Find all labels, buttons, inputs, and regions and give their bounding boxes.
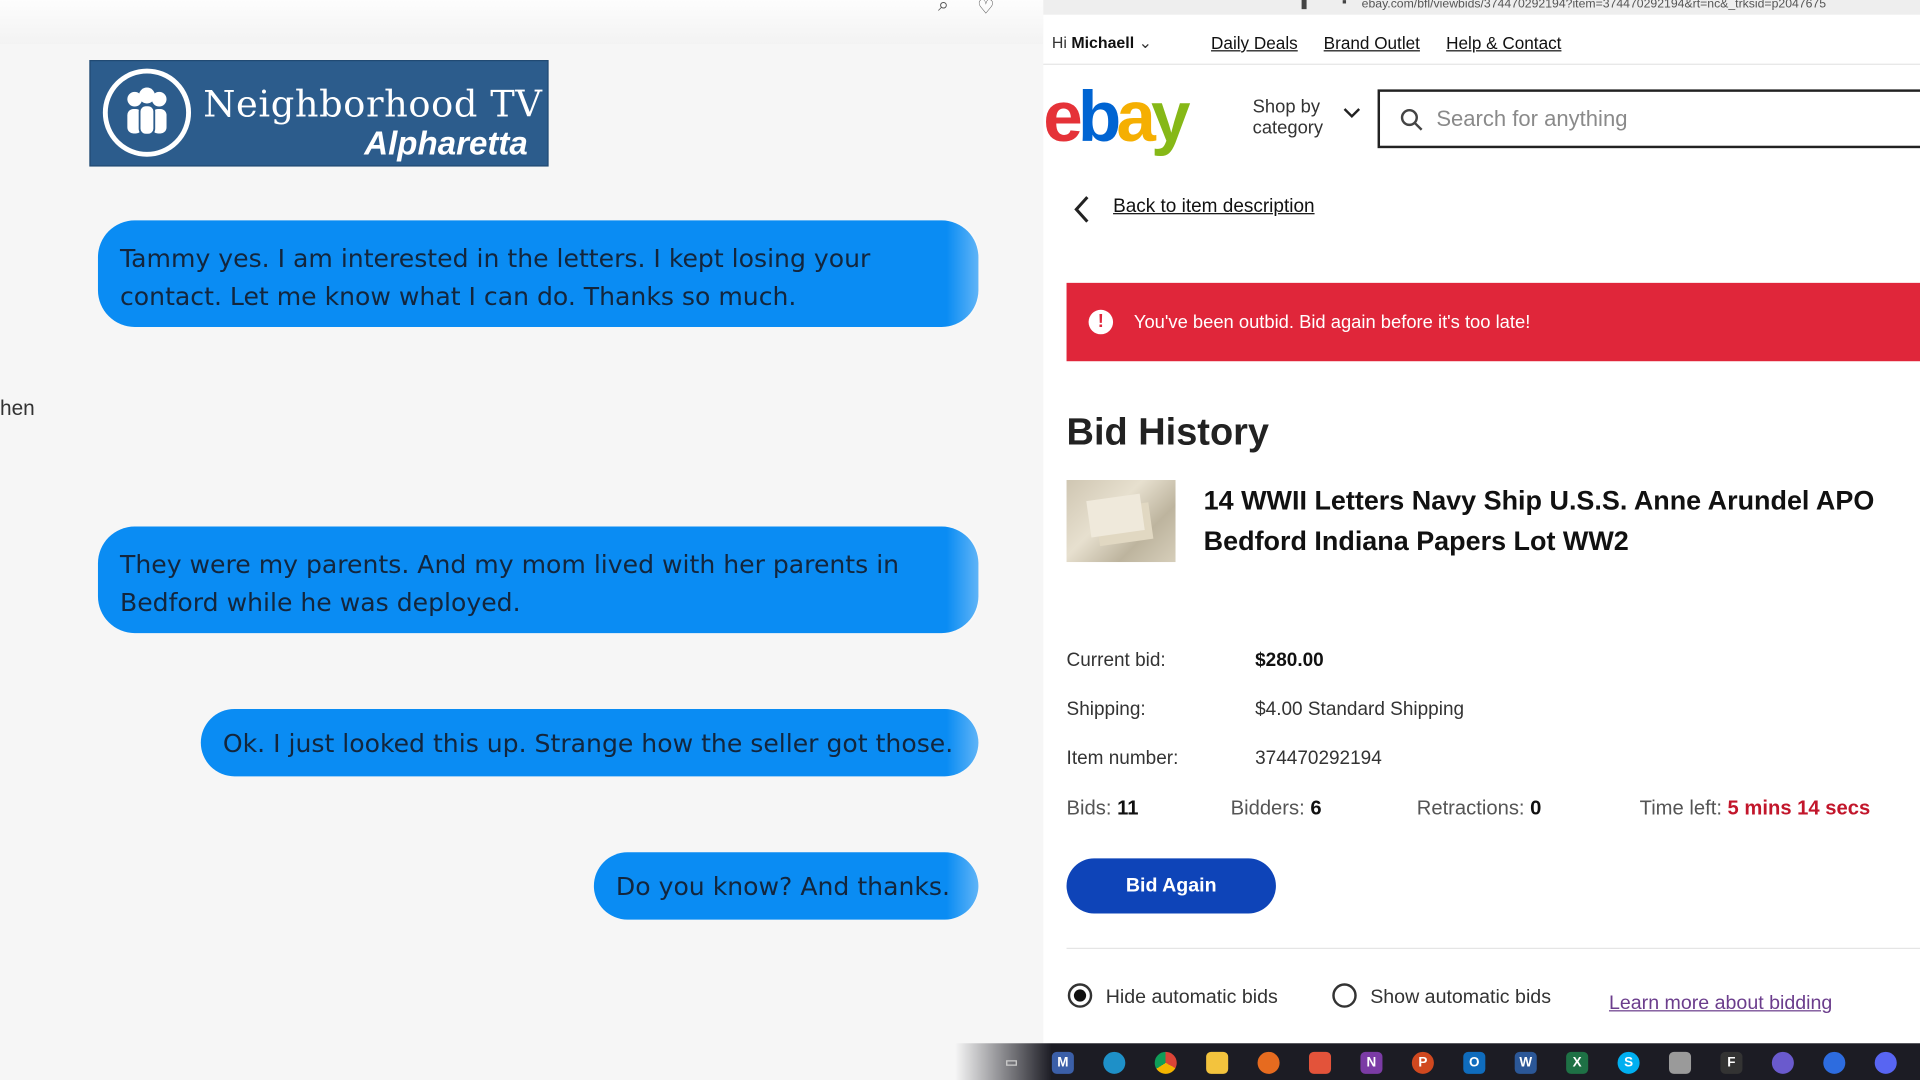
logo-subtitle: Alpharetta: [364, 124, 528, 162]
message-bubble: Tammy yes. I am interested in the letter…: [97, 220, 979, 327]
retractions-value: 0: [1530, 797, 1542, 820]
bidders-label: Bidders:: [1230, 797, 1305, 820]
file-explorer-icon[interactable]: [1206, 1051, 1229, 1074]
shop-by-line1: Shop by: [1252, 96, 1321, 118]
shop-by-category[interactable]: Shop by category: [1253, 97, 1323, 139]
powerpoint-icon[interactable]: P: [1411, 1051, 1434, 1074]
brand-outlet-link[interactable]: Brand Outlet: [1324, 33, 1420, 53]
time-left-value: 5 mins 14 secs: [1727, 797, 1871, 820]
excel-icon[interactable]: X: [1566, 1051, 1589, 1074]
item-number-value: 374470292194: [1255, 748, 1382, 769]
user-name: Michaell: [1071, 33, 1135, 52]
shop-by-line2: category: [1252, 117, 1324, 139]
discord-icon[interactable]: [1874, 1051, 1897, 1074]
help-contact-link[interactable]: Help & Contact: [1446, 33, 1561, 53]
header-divider: [1043, 63, 1920, 65]
outlook-icon[interactable]: O: [1463, 1051, 1486, 1074]
firefox-icon[interactable]: [1257, 1051, 1280, 1074]
user-greeting[interactable]: Hi Michaell ⌄: [1052, 33, 1152, 53]
item-number-label: Item number:: [1066, 748, 1179, 769]
alert-text: You've been outbid. Bid again before it'…: [1133, 312, 1531, 334]
search-placeholder: Search for anything: [1436, 106, 1628, 132]
address-bar[interactable]: ▮ ▪ ebay.com/bfl/viewbids/374470292194?i…: [1043, 0, 1920, 15]
neighborhood-tv-logo: Neighborhood TV Alpharetta: [89, 60, 549, 167]
alert-icon: !: [1088, 309, 1114, 335]
chevron-down-icon[interactable]: [1341, 105, 1363, 120]
chrome-icon[interactable]: [1154, 1051, 1177, 1074]
taskbar: ▭ M N P O W X S F: [955, 1043, 1920, 1080]
ebay-logo[interactable]: ebay: [1043, 80, 1190, 154]
time-left-label: Time left:: [1639, 797, 1722, 820]
onenote-icon[interactable]: N: [1360, 1051, 1383, 1074]
bidders-count: Bidders: 6: [1231, 797, 1322, 820]
shipping-value: $4.00 Standard Shipping: [1255, 699, 1465, 721]
retractions-label: Retractions:: [1416, 797, 1525, 820]
app-blue-icon[interactable]: [1823, 1051, 1846, 1074]
task-view-icon[interactable]: ▭: [1000, 1052, 1022, 1074]
chevron-left-icon[interactable]: [1070, 193, 1094, 225]
search-icon[interactable]: ⌕: [938, 0, 960, 16]
chevron-down-icon: ⌄: [1138, 33, 1152, 52]
logo-letter-e: e: [1043, 77, 1083, 157]
skype-icon[interactable]: S: [1617, 1051, 1640, 1074]
community-logo-icon: [102, 68, 192, 157]
url-text[interactable]: ebay.com/bfl/viewbids/374470292194?item=…: [1362, 0, 1826, 11]
search-input[interactable]: Search for anything: [1377, 89, 1920, 149]
section-divider: [1066, 947, 1920, 949]
logo-letter-y: y: [1150, 77, 1191, 157]
time-left: Time left: 5 mins 14 secs: [1640, 797, 1871, 820]
show-automatic-bids-label[interactable]: Show automatic bids: [1370, 987, 1551, 1009]
message-panel: ⌕ ♡ Neighborhood TV Alpharetta hen Tammy…: [0, 0, 1044, 1080]
show-automatic-bids-radio[interactable]: [1332, 983, 1357, 1008]
logo-letter-b: b: [1077, 77, 1121, 157]
app-icon[interactable]: [1668, 1051, 1692, 1074]
greeting-prefix: Hi: [1051, 33, 1067, 52]
app-m-icon[interactable]: M: [1051, 1051, 1074, 1074]
current-bid-value: $280.00: [1255, 650, 1324, 672]
left-top-strip: ⌕ ♡: [0, 0, 1044, 45]
retractions-count: Retractions: 0: [1417, 797, 1542, 820]
brave-icon[interactable]: [1308, 1051, 1332, 1074]
word-icon[interactable]: W: [1514, 1051, 1537, 1074]
bookmark-icon[interactable]: ▮: [1300, 0, 1307, 11]
message-bubble: Ok. I just looked this up. Strange how t…: [200, 708, 979, 777]
bids-value: 11: [1117, 797, 1139, 820]
app-f-icon[interactable]: F: [1720, 1051, 1743, 1074]
hide-automatic-bids-label[interactable]: Hide automatic bids: [1106, 987, 1278, 1009]
shipping-label: Shipping:: [1066, 699, 1146, 721]
app-feather-icon[interactable]: [1771, 1051, 1794, 1074]
search-icon: [1400, 108, 1423, 131]
hide-automatic-bids-radio[interactable]: [1067, 983, 1093, 1008]
daily-deals-link[interactable]: Daily Deals: [1211, 33, 1298, 53]
bid-again-button[interactable]: Bid Again: [1066, 858, 1276, 914]
outbid-alert: ! You've been outbid. Bid again before i…: [1066, 282, 1920, 362]
message-bubble: They were my parents. And my mom lived w…: [97, 526, 979, 634]
ebay-page: ▮ ▪ ebay.com/bfl/viewbids/374470292194?i…: [1043, 0, 1920, 1044]
heart-icon[interactable]: ♡: [977, 0, 999, 18]
learn-more-link[interactable]: Learn more about bidding: [1609, 993, 1832, 1015]
lock-icon: ▪: [1342, 0, 1347, 10]
bids-label: Bids:: [1066, 797, 1112, 820]
edge-icon[interactable]: [1103, 1051, 1126, 1074]
item-thumbnail[interactable]: [1066, 480, 1176, 563]
item-title[interactable]: 14 WWII Letters Navy Ship U.S.S. Anne Ar…: [1204, 480, 1914, 561]
page-title: Bid History: [1066, 410, 1270, 454]
bids-count: Bids: 11: [1067, 797, 1139, 820]
current-bid-label: Current bid:: [1066, 650, 1166, 672]
logo-letter-a: a: [1116, 77, 1156, 157]
back-to-item-link[interactable]: Back to item description: [1113, 196, 1314, 218]
message-bubble: Do you know? And thanks.: [593, 852, 979, 920]
logo-title: Neighborhood TV: [203, 83, 543, 127]
clipped-text: hen: [0, 396, 35, 421]
bidders-value: 6: [1310, 797, 1322, 820]
